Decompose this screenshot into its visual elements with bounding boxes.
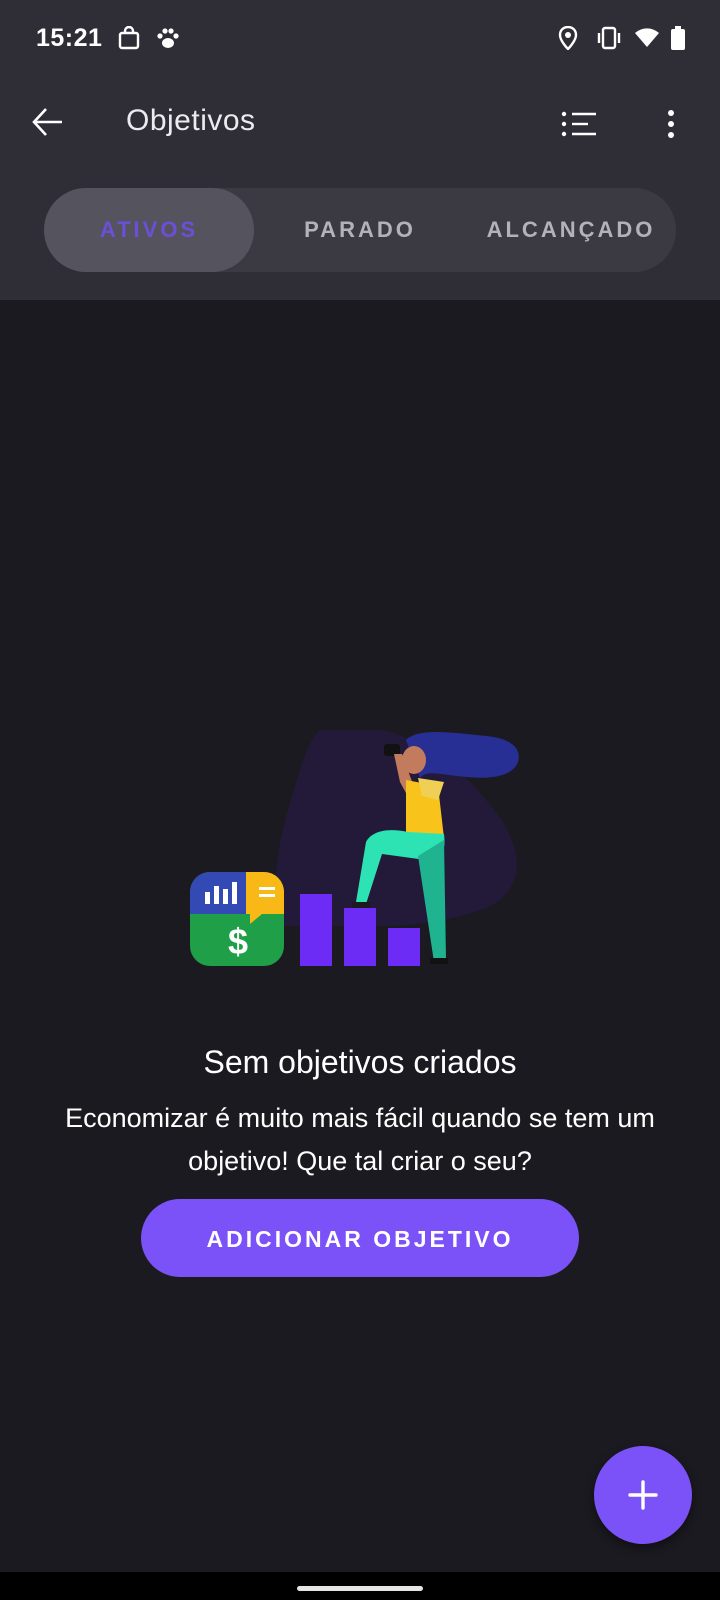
empty-state-title: Sem objetivos criados	[203, 1044, 517, 1080]
status-time: 15:21	[36, 24, 103, 52]
page-title: Objetivos	[126, 104, 256, 137]
battery-icon	[671, 26, 685, 50]
tab-alcancado[interactable]: ALCANÇADO	[466, 188, 676, 272]
status-bar: 15:21	[0, 0, 720, 78]
goal-illustration: $	[190, 730, 519, 966]
location-icon	[558, 26, 578, 50]
app-logo-icon: $	[190, 872, 284, 966]
paw-icon	[157, 28, 179, 48]
bar-step-1	[300, 894, 332, 966]
goal-status-tabs: ATIVOS PARADO ALCANÇADO	[44, 188, 676, 272]
add-goal-button[interactable]: ADICIONAR OBJETIVO	[141, 1199, 579, 1277]
add-fab-button[interactable]	[594, 1446, 692, 1544]
back-arrow-icon[interactable]	[28, 102, 68, 142]
tab-parado[interactable]: PARADO	[254, 188, 466, 272]
list-icon[interactable]	[560, 106, 600, 142]
svg-text:$: $	[228, 921, 248, 962]
plus-icon	[628, 1480, 658, 1510]
app-bar: Objetivos ATIVOS PARADO ALCANÇADO	[0, 78, 720, 300]
vibrate-icon	[597, 26, 621, 50]
more-vert-icon[interactable]	[656, 106, 686, 142]
bar-step-2	[344, 908, 376, 966]
shopping-bag-icon	[118, 26, 140, 50]
empty-state-description: Economizar é muito mais fácil quando se …	[65, 1103, 655, 1176]
home-indicator[interactable]	[297, 1586, 423, 1591]
wifi-icon	[635, 28, 659, 47]
tab-ativos[interactable]: ATIVOS	[44, 188, 254, 272]
bar-step-3	[388, 928, 420, 966]
